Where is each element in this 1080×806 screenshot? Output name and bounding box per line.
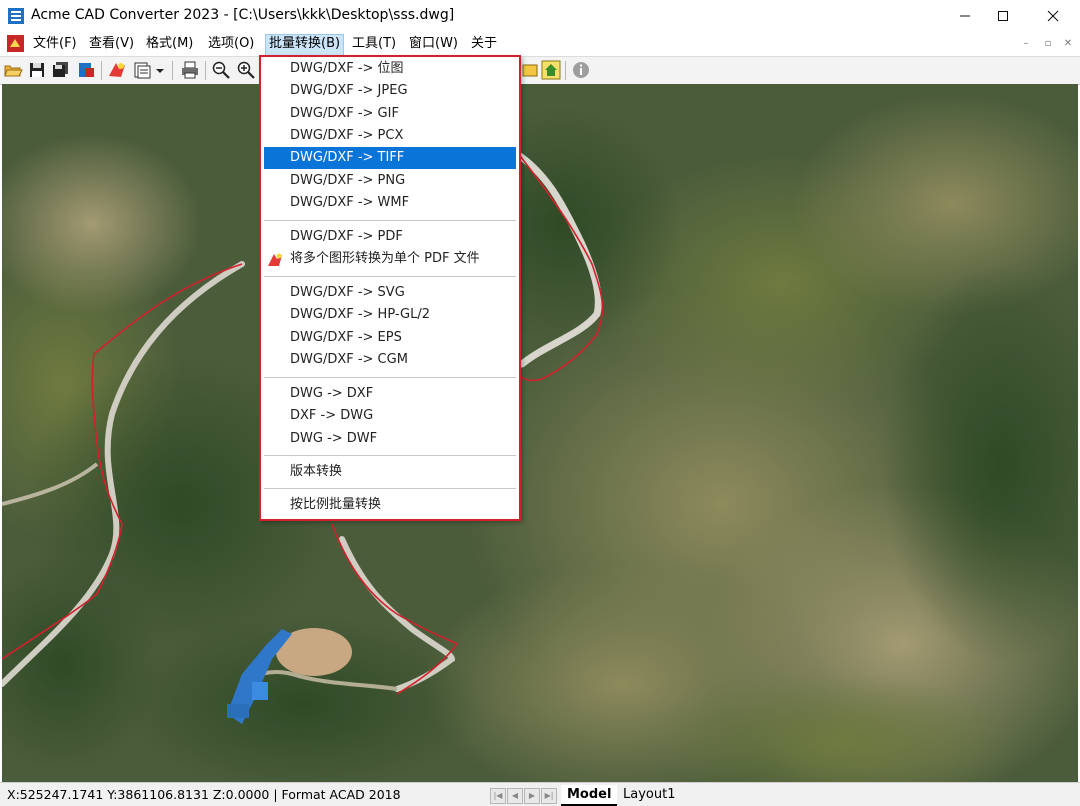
- open-folder-icon[interactable]: [3, 60, 23, 80]
- title-bar: Acme CAD Converter 2023 - [C:\Users\kkk\…: [0, 0, 1080, 32]
- aerial-map-image: [2, 84, 1078, 782]
- toolbar-separator: [205, 61, 206, 80]
- tab-layout1[interactable]: Layout1: [619, 785, 679, 804]
- menu-option-png[interactable]: DWG/DXF -> PNG: [264, 170, 516, 192]
- toolbar: [0, 56, 1080, 85]
- doc-minimize-button[interactable]: –: [1018, 37, 1034, 51]
- menu-option-jpeg[interactable]: DWG/DXF -> JPEG: [264, 80, 516, 102]
- menu-option-tiff[interactable]: DWG/DXF -> TIFF: [264, 147, 516, 169]
- save-icon[interactable]: [27, 60, 47, 80]
- document-icon[interactable]: [7, 35, 24, 52]
- menu-separator: [264, 377, 516, 378]
- pdf-merge-icon: [268, 253, 282, 266]
- toolbar-separator: [565, 61, 566, 80]
- menu-option-scale-batch-convert[interactable]: 按比例批量转换: [264, 494, 516, 516]
- doc-close-button[interactable]: ✕: [1060, 37, 1076, 51]
- status-bar: X:525247.1741 Y:3861106.8131 Z:0.0000 | …: [0, 782, 1080, 806]
- menu-tools[interactable]: 工具(T): [349, 34, 399, 54]
- first-layout-button[interactable]: |◀: [490, 788, 506, 804]
- menu-option-cgm[interactable]: DWG/DXF -> CGM: [264, 349, 516, 371]
- export-icon[interactable]: [76, 60, 96, 80]
- menu-bar: 文件(F) 查看(V) 格式(M) 选项(O) 批量转换(B) 工具(T) 窗口…: [0, 32, 1080, 56]
- menu-option-dxf-to-dwg[interactable]: DXF -> DWG: [264, 405, 516, 427]
- maximize-button[interactable]: [980, 0, 1026, 32]
- menu-view[interactable]: 查看(V): [86, 34, 137, 54]
- menu-format[interactable]: 格式(M): [143, 34, 196, 54]
- menu-option-dwg-to-dwf[interactable]: DWG -> DWF: [264, 428, 516, 450]
- zoom-out-icon[interactable]: [211, 60, 231, 80]
- doc-restore-button[interactable]: ▫: [1040, 37, 1056, 51]
- zoom-in-icon[interactable]: [236, 60, 256, 80]
- home-icon[interactable]: [541, 60, 561, 80]
- menu-option-dwg-to-dxf[interactable]: DWG -> DXF: [264, 383, 516, 405]
- menu-option-pcx[interactable]: DWG/DXF -> PCX: [264, 125, 516, 147]
- menu-batch-convert[interactable]: 批量转换(B): [265, 34, 345, 56]
- toolbar-separator: [172, 61, 173, 80]
- acme-cad-icon: [8, 8, 24, 24]
- menu-option-gif[interactable]: DWG/DXF -> GIF: [264, 103, 516, 125]
- drawing-canvas[interactable]: [2, 84, 1078, 782]
- print-icon[interactable]: [180, 60, 200, 80]
- menu-option-svg[interactable]: DWG/DXF -> SVG: [264, 282, 516, 304]
- menu-option-eps[interactable]: DWG/DXF -> EPS: [264, 327, 516, 349]
- view-icon[interactable]: [520, 60, 540, 80]
- minimize-icon: [960, 15, 970, 17]
- menu-file[interactable]: 文件(F): [30, 34, 80, 54]
- batch-icon[interactable]: [132, 60, 152, 80]
- menu-about[interactable]: 关于: [468, 34, 500, 54]
- toolbar-separator: [101, 61, 102, 80]
- dropdown-arrow-icon[interactable]: [154, 60, 166, 80]
- window-title: Acme CAD Converter 2023 - [C:\Users\kkk\…: [31, 7, 455, 23]
- batch-convert-dropdown: DWG/DXF -> 位图 DWG/DXF -> JPEG DWG/DXF ->…: [259, 55, 521, 521]
- maximize-icon: [998, 11, 1008, 21]
- last-layout-button[interactable]: ▶|: [541, 788, 557, 804]
- next-layout-button[interactable]: ▶: [524, 788, 540, 804]
- menu-separator: [264, 488, 516, 489]
- info-icon[interactable]: [571, 60, 591, 80]
- menu-window[interactable]: 窗口(W): [406, 34, 461, 54]
- prev-layout-button[interactable]: ◀: [507, 788, 523, 804]
- menu-separator: [264, 220, 516, 221]
- menu-option-hpgl2[interactable]: DWG/DXF -> HP-GL/2: [264, 304, 516, 326]
- convert-icon[interactable]: [107, 60, 127, 80]
- coordinates-readout: X:525247.1741 Y:3861106.8131 Z:0.0000 | …: [7, 787, 401, 802]
- close-icon: [1047, 10, 1059, 22]
- menu-option-bitmap[interactable]: DWG/DXF -> 位图: [264, 58, 516, 80]
- menu-option-merge-pdf[interactable]: 将多个图形转换为单个 PDF 文件: [264, 248, 516, 270]
- menu-option-version-convert[interactable]: 版本转换: [264, 461, 516, 483]
- tab-model[interactable]: Model: [561, 785, 618, 806]
- menu-option-pdf[interactable]: DWG/DXF -> PDF: [264, 226, 516, 248]
- menu-options[interactable]: 选项(O): [205, 34, 257, 54]
- save-all-icon[interactable]: [51, 60, 71, 80]
- menu-option-wmf[interactable]: DWG/DXF -> WMF: [264, 192, 516, 214]
- menu-separator: [264, 455, 516, 456]
- menu-separator: [264, 276, 516, 277]
- close-button[interactable]: [1030, 0, 1076, 32]
